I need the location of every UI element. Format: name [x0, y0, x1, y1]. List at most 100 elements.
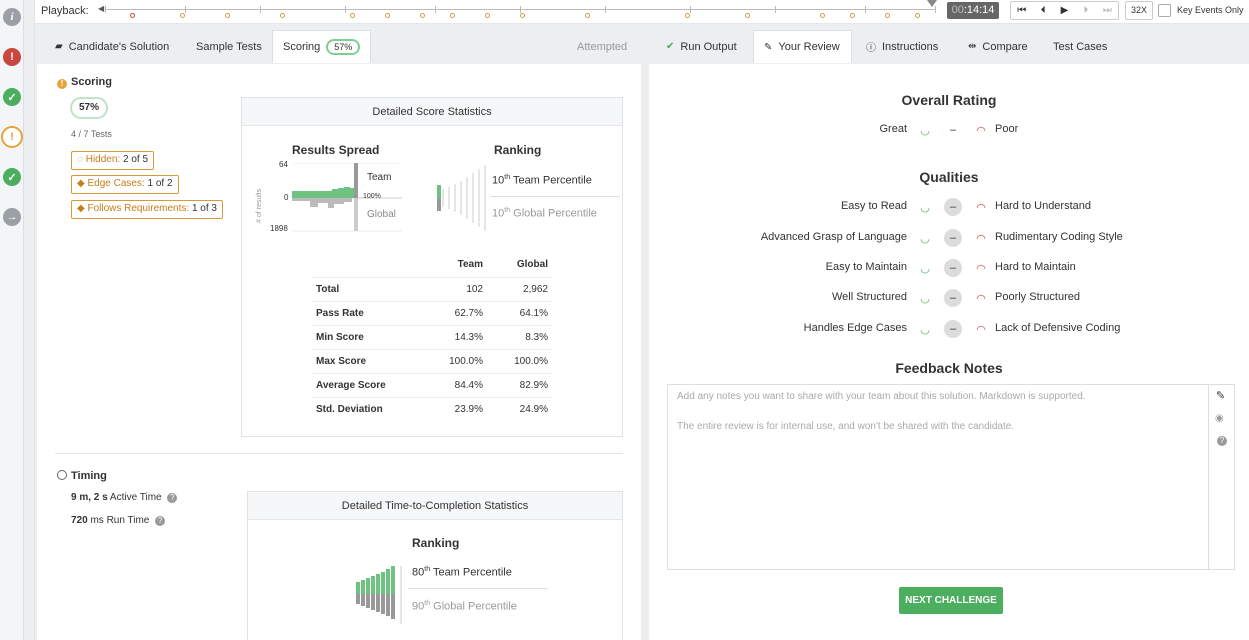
time-ranking-funnel	[356, 566, 402, 624]
help-icon[interactable]: ?	[1217, 436, 1227, 446]
quality-row: Advanced Grasp of Language ◡ – ◠ Rudimenta…	[649, 229, 1249, 247]
next-challenge-button[interactable]: NEXT CHALLENGE	[899, 587, 1003, 614]
spread-team-label: Team	[367, 172, 392, 183]
info-icon[interactable]: i	[3, 8, 21, 26]
quality-row: Well Structured ◡ – ◠ Poorly Structured	[649, 289, 1249, 307]
feedback-notes-editor[interactable]: Add any notes you want to share with you…	[667, 384, 1235, 570]
skip-start-icon[interactable]: ⏮	[1011, 2, 1032, 19]
play-icon[interactable]: ▶	[1054, 2, 1075, 19]
check-icon[interactable]: ✓	[3, 168, 21, 186]
frown-icon[interactable]: ◠	[972, 121, 990, 139]
tab-instructions[interactable]: ⓘ Instructions	[856, 30, 948, 63]
help-icon[interactable]: ?	[167, 493, 178, 503]
caret-left-icon[interactable]: ◀	[98, 4, 104, 13]
time-stats-box: Detailed Time-to-Completion Statistics R…	[247, 491, 623, 640]
time-team-percentile: 80th Team Percentile	[412, 566, 512, 579]
quality-right-label: Hard to Maintain	[995, 261, 1076, 273]
neutral-icon[interactable]: –	[944, 229, 962, 247]
scoring-heading: ! Scoring	[57, 76, 112, 89]
y-top-label: 64	[279, 160, 288, 169]
time-global-percentile: 90th Global Percentile	[412, 600, 517, 613]
timeline-tick	[260, 6, 261, 13]
smile-icon[interactable]: ◡	[916, 198, 934, 216]
y-bottom-label: 1898	[270, 224, 288, 233]
timeline-event-marker[interactable]	[225, 13, 230, 18]
edge-cases-tag[interactable]: ◆ Edge Cases: 1 of 2	[71, 175, 179, 194]
speed-button[interactable]: 32X	[1125, 1, 1153, 20]
eye-icon[interactable]: ◉	[1215, 413, 1224, 424]
warning-icon: !	[57, 79, 67, 89]
playback-clock: 00:14:14	[947, 2, 999, 19]
timeline-event-marker[interactable]	[915, 13, 920, 18]
timeline-event-marker[interactable]	[885, 13, 890, 18]
smile-icon[interactable]: ◡	[916, 121, 934, 139]
table-header-row: Team Global	[312, 253, 552, 277]
y-axis-label: # of results	[256, 188, 263, 223]
section-divider	[55, 453, 623, 454]
tab-scoring[interactable]: Scoring 57%	[272, 30, 371, 63]
quality-right-label: Rudimentary Coding Style	[995, 231, 1123, 243]
timeline-event-marker[interactable]	[180, 13, 185, 18]
neutral-icon[interactable]: –	[944, 259, 962, 277]
tab-candidates-solution[interactable]: ▰ Candidate's Solution	[45, 30, 179, 63]
frown-icon[interactable]: ◠	[972, 198, 990, 216]
table-header: Global	[516, 259, 548, 271]
table-row: Average Score 84.4% 82.9%	[312, 372, 552, 397]
timeline-event-marker[interactable]	[130, 13, 135, 18]
timeline-event-marker[interactable]	[685, 13, 690, 18]
frown-icon[interactable]: ◠	[972, 289, 990, 307]
scoring-badge: 57%	[326, 39, 361, 55]
compare-icon: ⇹	[968, 41, 977, 52]
neutral-icon[interactable]: –	[944, 320, 962, 338]
quality-left-label: Easy to Maintain	[825, 261, 907, 273]
check-icon[interactable]: ✓	[3, 88, 21, 106]
tab-compare[interactable]: ⇹ Compare	[958, 30, 1038, 63]
step-back-icon[interactable]: ⏴	[1032, 2, 1053, 19]
timeline-event-marker[interactable]	[280, 13, 285, 18]
neutral-icon[interactable]: –	[944, 121, 962, 139]
timeline-event-marker[interactable]	[520, 13, 525, 18]
timeline-event-marker[interactable]	[450, 13, 455, 18]
warning-icon[interactable]: !	[1, 126, 23, 148]
timeline-event-marker[interactable]	[485, 13, 490, 18]
table-header	[312, 253, 422, 277]
timeline-tick	[935, 6, 936, 13]
pencil-icon[interactable]: ✎	[1216, 389, 1225, 402]
help-icon[interactable]: ?	[155, 516, 166, 526]
playhead-marker[interactable]	[927, 0, 937, 7]
follows-requirements-tag[interactable]: ◆ Follows Requirements: 1 of 3	[71, 200, 223, 219]
tab-your-review[interactable]: ✎ Your Review	[753, 30, 852, 63]
timeline-event-marker[interactable]	[820, 13, 825, 18]
smile-icon[interactable]: ◡	[916, 229, 934, 247]
tab-test-cases[interactable]: Test Cases	[1043, 30, 1117, 63]
tab-sample-tests[interactable]: Sample Tests	[186, 30, 272, 63]
timeline-event-marker[interactable]	[385, 13, 390, 18]
smile-icon[interactable]: ◡	[916, 289, 934, 307]
timeline-event-marker[interactable]	[850, 13, 855, 18]
neutral-icon[interactable]: –	[944, 198, 962, 216]
step-forward-icon[interactable]: ⏵	[1075, 2, 1096, 19]
table-row: Pass Rate 62.7% 64.1%	[312, 300, 552, 325]
arrow-right-icon[interactable]: →	[3, 208, 21, 226]
playback-timeline[interactable]	[105, 0, 937, 22]
hidden-tests-tag[interactable]: ◌ Hidden: 2 of 5	[71, 151, 155, 170]
timeline-event-marker[interactable]	[585, 13, 590, 18]
frown-icon[interactable]: ◠	[972, 229, 990, 247]
timeline-event-marker[interactable]	[350, 13, 355, 18]
timeline-event-marker[interactable]	[745, 13, 750, 18]
smile-icon[interactable]: ◡	[916, 259, 934, 277]
tab-run-output[interactable]: ✔ Run Output	[656, 30, 747, 63]
feedback-notes-title: Feedback Notes	[895, 360, 1003, 376]
smile-icon[interactable]: ◡	[916, 320, 934, 338]
key-events-checkbox[interactable]	[1158, 4, 1171, 17]
rail-divider	[34, 0, 35, 640]
neutral-icon[interactable]: –	[944, 289, 962, 307]
skip-end-icon[interactable]: ⏭	[1097, 2, 1118, 19]
great-label: Great	[879, 123, 907, 135]
tag-icon: ◆	[77, 178, 88, 189]
clock-hours: 00	[951, 4, 964, 16]
frown-icon[interactable]: ◠	[972, 259, 990, 277]
error-icon[interactable]: !	[3, 48, 21, 66]
frown-icon[interactable]: ◠	[972, 320, 990, 338]
timeline-event-marker[interactable]	[420, 13, 425, 18]
